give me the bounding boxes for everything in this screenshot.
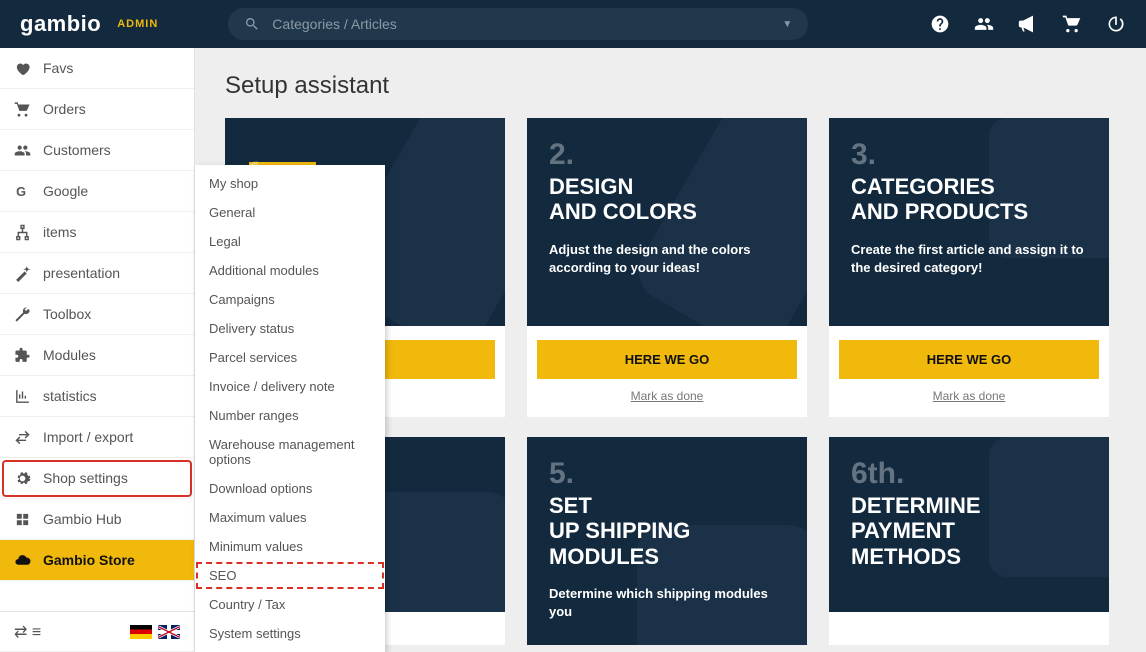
sidebar-item-label: Shop settings (43, 470, 128, 486)
sidebar-item-label: Import / export (43, 429, 133, 445)
mark-done-link[interactable]: Mark as done (829, 389, 1109, 417)
card-number: 5. (549, 457, 785, 491)
sidebar: Favs Orders Customers G Google items presentat… (0, 48, 195, 651)
card-number: 6th. (851, 457, 1087, 491)
logo[interactable]: gambio (20, 11, 101, 37)
sidebar-item-label: items (43, 224, 76, 240)
cart-icon[interactable] (1062, 14, 1082, 34)
submenu-item-maximum-values[interactable]: Maximum values (195, 503, 385, 532)
sidebar-item-label: Toolbox (43, 306, 91, 322)
card-title: SET UP SHIPPING MODULES (549, 493, 785, 569)
mark-done-link[interactable]: Mark as done (527, 389, 807, 417)
heart-icon (14, 60, 31, 77)
help-icon[interactable] (930, 14, 950, 34)
megaphone-icon[interactable] (1018, 14, 1038, 34)
users-icon (14, 142, 31, 159)
submenu-item-delivery-status[interactable]: Delivery status (195, 314, 385, 343)
collapse-toggle[interactable]: ⇄ ≡ (14, 622, 41, 642)
submenu-item-number-ranges[interactable]: Number ranges (195, 401, 385, 430)
chart-icon (14, 388, 31, 405)
setup-card-6: 6th. DETERMINE PAYMENT METHODS (829, 437, 1109, 645)
card-number: 3. (851, 138, 1087, 172)
top-tools (930, 14, 1126, 34)
card-desc: Determine which shipping modules you (549, 585, 785, 621)
submenu-item-my-shop[interactable]: My shop (195, 169, 385, 198)
g-icon: G (14, 183, 31, 200)
shop-settings-submenu: My shopGeneralLegalAdditional modulesCam… (195, 165, 385, 652)
setup-card-3: 3. CATEGORIES AND PRODUCTS Create the fi… (829, 118, 1109, 417)
topbar: gambio ADMIN Categories / Articles ▼ (0, 0, 1146, 48)
submenu-item-campaigns[interactable]: Campaigns (195, 285, 385, 314)
card-title: DESIGN AND COLORS (549, 174, 785, 225)
sidebar-item-customers[interactable]: Customers (0, 130, 194, 171)
search-placeholder: Categories / Articles (272, 16, 782, 32)
sidebar-item-label: statistics (43, 388, 97, 404)
sidebar-item-gambio-store[interactable]: Gambio Store (0, 540, 194, 581)
submenu-item-legal[interactable]: Legal (195, 227, 385, 256)
submenu-item-minimum-values[interactable]: Minimum values (195, 532, 385, 561)
flag-uk-icon[interactable] (158, 625, 180, 639)
card-number: 2. (549, 138, 785, 172)
sidebar-item-presentation[interactable]: presentation (0, 253, 194, 294)
svg-text:G: G (16, 183, 26, 198)
here-we-go-button[interactable]: HERE WE GO (537, 340, 797, 379)
sidebar-item-modules[interactable]: Modules (0, 335, 194, 376)
here-we-go-button[interactable]: HERE WE GO (839, 340, 1099, 379)
cloud-icon (14, 552, 31, 569)
exchange-icon (14, 429, 31, 446)
sidebar-item-label: Favs (43, 60, 73, 76)
wrench-icon (14, 306, 31, 323)
logo-text: gambio (20, 11, 101, 37)
submenu-item-general[interactable]: General (195, 198, 385, 227)
power-icon[interactable] (1106, 14, 1126, 34)
wand-icon (14, 265, 31, 282)
sidebar-item-shop-settings[interactable]: Shop settings (0, 458, 194, 499)
sidebar-item-label: presentation (43, 265, 120, 281)
page-title: Setup assistant (225, 72, 1116, 100)
submenu-item-warehouse-management-options[interactable]: Warehouse management options (195, 430, 385, 474)
submenu-item-invoice-delivery-note[interactable]: Invoice / delivery note (195, 372, 385, 401)
sidebar-item-items[interactable]: items (0, 212, 194, 253)
card-desc: Create the first article and assign it t… (851, 241, 1087, 277)
sidebar-item-gambio-hub[interactable]: Gambio Hub (0, 499, 194, 540)
sidebar-footer: ⇄ ≡ (0, 611, 194, 651)
sidebar-item-label: Gambio Store (43, 552, 135, 568)
sidebar-item-orders[interactable]: Orders (0, 89, 194, 130)
cart-icon (14, 101, 31, 118)
sidebar-item-statistics[interactable]: statistics (0, 376, 194, 417)
card-desc: Adjust the design and the colors accordi… (549, 241, 785, 277)
sidebar-item-label: Orders (43, 101, 86, 117)
admin-label: ADMIN (117, 18, 158, 30)
setup-card-5: 5. SET UP SHIPPING MODULES Determine whi… (527, 437, 807, 645)
search-input[interactable]: Categories / Articles ▼ (228, 8, 808, 40)
flag-de-icon[interactable] (130, 625, 152, 639)
sidebar-item-label: Google (43, 183, 88, 199)
card-title: CATEGORIES AND PRODUCTS (851, 174, 1087, 225)
setup-card-2: 2. DESIGN AND COLORS Adjust the design a… (527, 118, 807, 417)
sidebar-item-label: Customers (43, 142, 111, 158)
submenu-item-download-options[interactable]: Download options (195, 474, 385, 503)
sidebar-item-label: Modules (43, 347, 96, 363)
sidebar-item-favs[interactable]: Favs (0, 48, 194, 89)
submenu-item-parcel-services[interactable]: Parcel services (195, 343, 385, 372)
sitemap-icon (14, 224, 31, 241)
submenu-item-country-tax[interactable]: Country / Tax (195, 590, 385, 619)
submenu-item-seo[interactable]: SEO (195, 561, 385, 590)
cogs-icon (14, 470, 31, 487)
search-icon (244, 16, 260, 32)
hub-icon (14, 511, 31, 528)
users-icon[interactable] (974, 14, 994, 34)
sidebar-item-toolbox[interactable]: Toolbox (0, 294, 194, 335)
submenu-item-additional-modules[interactable]: Additional modules (195, 256, 385, 285)
submenu-item-system-settings[interactable]: System settings (195, 619, 385, 648)
chevron-down-icon[interactable]: ▼ (782, 19, 792, 30)
sidebar-item-label: Gambio Hub (43, 511, 122, 527)
sidebar-item-import-export[interactable]: Import / export (0, 417, 194, 458)
puzzle-icon (14, 347, 31, 364)
sidebar-item-google[interactable]: G Google (0, 171, 194, 212)
card-title: DETERMINE PAYMENT METHODS (851, 493, 1087, 569)
